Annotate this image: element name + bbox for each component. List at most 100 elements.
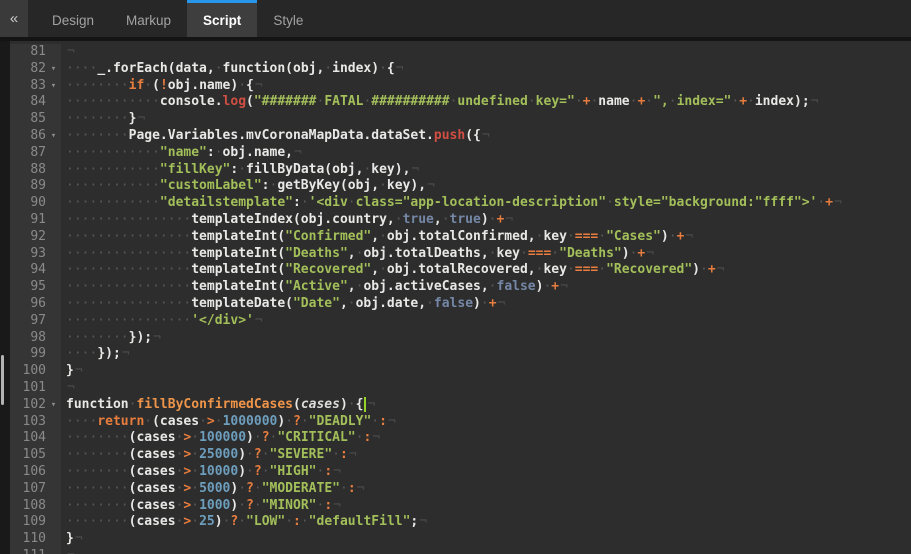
whitespace-dots: · (598, 262, 606, 277)
code-line[interactable]: 108········(cases·>·1000)·?·"MINOR"·:¬ (10, 498, 911, 515)
code-token: obj.name)·{ (168, 78, 254, 93)
code-token: + (825, 195, 833, 210)
code-token: return (97, 414, 144, 429)
code-line[interactable]: 88············"fillKey":·fillByData(obj,… (10, 162, 911, 179)
fold-gutter-spacer (46, 195, 61, 212)
line-number: 111 (10, 548, 46, 554)
code-token: ? (254, 464, 262, 479)
code-line[interactable]: 82▾····_.forEach(data,·function(obj,·ind… (10, 61, 911, 78)
whitespace-dots: ···· (66, 346, 97, 361)
code-line[interactable]: 84············console.log("#######·FATAL… (10, 94, 911, 111)
collapse-panel-button[interactable]: « (0, 0, 28, 37)
whitespace-dots: · (348, 195, 356, 210)
line-end-marker: ¬ (559, 279, 568, 294)
code-text: ············"name":·obj.name,¬ (61, 145, 302, 162)
code-line[interactable]: 94················templateInt("Recovered… (10, 262, 911, 279)
code-line[interactable]: 101¬ (10, 380, 911, 397)
code-line[interactable]: 106········(cases·>·10000)·?·"HIGH"·:¬ (10, 464, 911, 481)
code-token: "MODERATE" (262, 481, 340, 496)
code-line[interactable]: 91················templateIndex(obj.coun… (10, 212, 911, 229)
line-number: 104 (10, 430, 46, 447)
code-line[interactable]: 103····return·(cases·>·1000000)·?·"DEADL… (10, 414, 911, 431)
code-line[interactable]: 96················templateDate("Date",·o… (10, 296, 911, 313)
whitespace-dots: · (332, 447, 340, 462)
code-line[interactable]: 111¬ (10, 548, 911, 554)
code-line[interactable]: 109········(cases·>·25)·?·"LOW"·:·"defau… (10, 514, 911, 531)
fold-gutter-spacer (46, 414, 61, 431)
code-line[interactable]: 102▾function·fillByConfirmedCases(cases)… (10, 397, 911, 414)
code-line[interactable]: 97················'</div>'¬ (10, 313, 911, 330)
whitespace-dots: · (215, 414, 223, 429)
code-token: '<div·class="app-location-description"·s… (309, 195, 818, 210)
code-line[interactable]: 95················templateInt("Active",·… (10, 279, 911, 296)
code-line[interactable]: 99····});¬ (10, 346, 911, 363)
whitespace-dots: · (363, 162, 371, 177)
code-line[interactable]: 105········(cases·>·25000)·?·"SEVERE"·:¬ (10, 447, 911, 464)
code-line[interactable]: 100}¬ (10, 363, 911, 380)
code-line[interactable]: 85········}¬ (10, 111, 911, 128)
code-token: · (191, 481, 199, 496)
code-token: ,·obj.activeCases,· (348, 279, 497, 294)
line-end-marker: ¬ (254, 78, 263, 93)
code-text: ················templateIndex(obj.countr… (61, 212, 513, 229)
code-token: > (207, 414, 215, 429)
code-line[interactable]: 93················templateInt("Deaths",·… (10, 246, 911, 263)
fold-gutter-spacer (46, 145, 61, 162)
code-line[interactable]: 107········(cases·>·5000)·?·"MODERATE"·:… (10, 481, 911, 498)
line-number: 107 (10, 481, 46, 498)
tab-script[interactable]: Script (187, 0, 257, 37)
code-line[interactable]: 81¬ (10, 44, 911, 61)
editor-tabs: Design Markup Script Style (36, 0, 319, 37)
line-end-marker: ¬ (366, 397, 375, 412)
code-token: )· (277, 414, 293, 429)
whitespace-dots: · (238, 78, 246, 93)
line-number: 90 (10, 195, 46, 212)
whitespace-dots: · (238, 498, 246, 513)
code-line[interactable]: 98········});¬ (10, 330, 911, 347)
fold-arrow-icon[interactable]: ▾ (46, 128, 61, 145)
tab-markup[interactable]: Markup (110, 0, 187, 37)
code-token: "Cases" (606, 229, 661, 244)
code-lines-area[interactable]: 81¬82▾····_.forEach(data,·function(obj,·… (10, 41, 911, 554)
code-token: )· (661, 229, 677, 244)
code-line[interactable]: 86▾········Page.Variables.mvCoronaMapDat… (10, 128, 911, 145)
tab-style[interactable]: Style (257, 0, 319, 37)
code-token: · (285, 514, 293, 529)
whitespace-dots: · (254, 430, 262, 445)
code-line[interactable]: 87············"name":·obj.name,¬ (10, 145, 911, 162)
fold-arrow-icon[interactable]: ▾ (46, 61, 61, 78)
whitespace-dots: · (528, 94, 536, 109)
tab-design[interactable]: Design (36, 0, 110, 37)
code-line[interactable]: 110}¬ (10, 531, 911, 548)
code-line[interactable]: 90············"detailstemplate":·'<div·c… (10, 195, 911, 212)
line-end-marker: ¬ (497, 296, 506, 311)
whitespace-dots: · (363, 94, 371, 109)
whitespace-dots: · (191, 430, 199, 445)
line-end-marker: ¬ (426, 178, 435, 193)
fold-arrow-icon[interactable]: ▾ (46, 397, 61, 414)
line-end-marker: ¬ (332, 464, 341, 479)
code-token: 1000000 (223, 414, 278, 429)
code-line[interactable]: 92················templateInt("Confirmed… (10, 229, 911, 246)
code-line[interactable]: 89············"customLabel":·getByKey(ob… (10, 178, 911, 195)
code-token: · (191, 514, 199, 529)
fold-arrow-icon[interactable]: ▾ (46, 78, 61, 95)
code-token: ················templateInt( (66, 279, 285, 294)
whitespace-dots: · (379, 61, 387, 76)
code-text: }¬ (61, 363, 83, 380)
code-token: true (450, 212, 481, 227)
code-token: )· (622, 246, 638, 261)
whitespace-dots: ················ (66, 313, 191, 328)
code-line[interactable]: 83▾········if·(!obj.name)·{¬ (10, 78, 911, 95)
whitespace-dots: · (442, 212, 450, 227)
code-token: ················ (66, 313, 191, 328)
code-token: "Deaths" (559, 246, 622, 261)
whitespace-dots: ········ (66, 330, 129, 345)
code-line[interactable]: 104········(cases·>·100000)·?·"CRITICAL"… (10, 430, 911, 447)
line-end-marker: ¬ (66, 380, 75, 395)
code-text: ················templateDate("Date",·obj… (61, 296, 505, 313)
fold-gutter-spacer (46, 178, 61, 195)
code-editor[interactable]: 81¬82▾····_.forEach(data,·function(obj,·… (0, 41, 911, 554)
vertical-scrollbar-thumb[interactable] (1, 355, 4, 405)
line-number: 106 (10, 464, 46, 481)
